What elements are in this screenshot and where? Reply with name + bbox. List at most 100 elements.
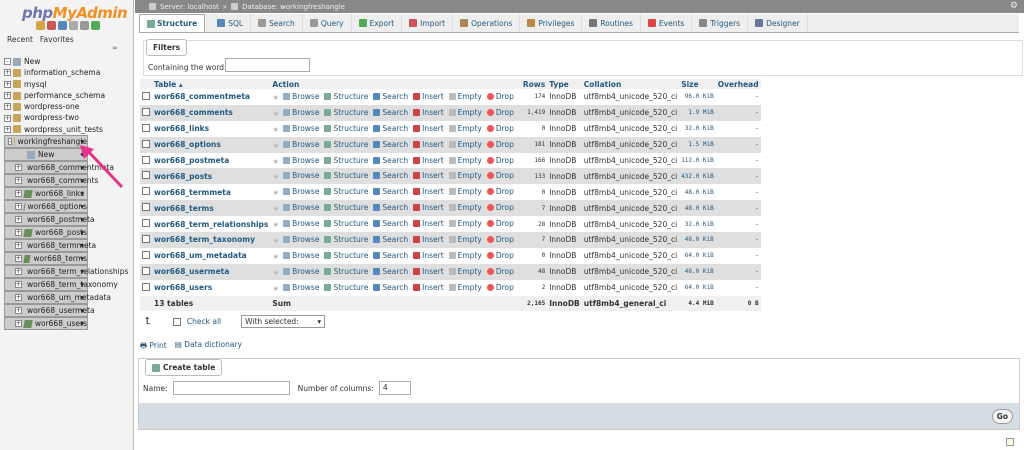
nav-table[interactable]: + wor668_um_metadata (4, 291, 111, 305)
drop-action[interactable]: Drop (486, 124, 514, 133)
insert-action[interactable]: Insert (413, 203, 444, 212)
nav-database[interactable]: + mysql (4, 79, 132, 90)
expand-icon[interactable]: + (4, 80, 11, 88)
search-action[interactable]: Search (373, 235, 408, 244)
row-checkbox[interactable] (142, 282, 150, 291)
row-checkbox[interactable] (142, 171, 150, 180)
tab-triggers[interactable]: Triggers (692, 14, 749, 32)
expand-icon[interactable]: + (15, 268, 22, 276)
header-type[interactable]: Type (547, 79, 582, 89)
search-action[interactable]: Search (373, 251, 408, 260)
insert-action[interactable]: Insert (413, 235, 444, 244)
nav-table[interactable]: + wor668_posts (4, 226, 88, 240)
header-collation[interactable]: Collation (581, 79, 680, 89)
favorite-star-icon[interactable]: ★ (272, 284, 279, 293)
structure-action[interactable]: Structure (324, 203, 368, 212)
favorite-star-icon[interactable]: ★ (272, 204, 279, 213)
table-name-input[interactable] (172, 381, 290, 395)
drop-action[interactable]: Drop (486, 140, 514, 149)
empty-action[interactable]: Empty (448, 92, 482, 101)
nav-database[interactable]: + wordpress-one (4, 101, 132, 112)
empty-action[interactable]: Empty (448, 108, 482, 117)
nav-table[interactable]: + wor668_termmeta (4, 239, 96, 253)
header-overhead[interactable]: Overhead (715, 79, 761, 89)
table-size[interactable]: 32.0 KiB (679, 120, 716, 137)
empty-action[interactable]: Empty (448, 124, 482, 133)
search-action[interactable]: Search (373, 203, 408, 212)
structure-action[interactable]: Structure (324, 267, 368, 276)
structure-action[interactable]: Structure (324, 251, 368, 260)
structure-action[interactable]: Structure (324, 108, 368, 117)
tab-sql[interactable]: SQL (210, 14, 252, 32)
drop-action[interactable]: Drop (486, 92, 514, 101)
browse-action[interactable]: Browse (283, 267, 319, 276)
favorite-star-icon[interactable]: ★ (272, 188, 279, 197)
row-checkbox[interactable] (142, 266, 150, 275)
insert-action[interactable]: Insert (413, 124, 444, 133)
link-icon[interactable]: ∞ (112, 44, 118, 52)
favorites-tab[interactable]: Favorites (40, 35, 74, 44)
tab-structure[interactable]: Structure (139, 14, 206, 32)
drop-action[interactable]: Drop (486, 267, 514, 276)
recent-tab[interactable]: Recent (7, 35, 33, 44)
browse-action[interactable]: Browse (283, 92, 319, 101)
favorite-star-icon[interactable]: ★ (272, 125, 279, 134)
favorite-star-icon[interactable]: ★ (272, 93, 279, 102)
expand-icon[interactable]: + (15, 294, 22, 302)
structure-action[interactable]: Structure (324, 283, 368, 292)
table-size[interactable]: 48.0 KiB (679, 232, 716, 248)
empty-action[interactable]: Empty (448, 251, 482, 260)
table-size[interactable]: 1.5 MiB (679, 136, 716, 153)
browse-action[interactable]: Browse (283, 251, 319, 260)
phpmyadmin-logo[interactable]: phpMyAdmin (22, 4, 128, 22)
docs-icon[interactable] (69, 21, 78, 30)
structure-action[interactable]: Structure (324, 187, 368, 196)
table-name-link[interactable]: wor668_postmeta (152, 152, 271, 169)
favorite-star-icon[interactable]: ★ (272, 141, 279, 150)
nav-table[interactable]: + wor668_term_taxonomy (4, 278, 118, 292)
table-size[interactable]: 64.0 KiB (679, 279, 716, 296)
nav-new[interactable]: - New (4, 56, 132, 67)
nav-table[interactable]: + wor668_usermeta (4, 304, 95, 318)
row-checkbox[interactable] (142, 187, 150, 196)
table-size[interactable]: 96.0 KiB (679, 89, 716, 105)
insert-action[interactable]: Insert (413, 187, 444, 196)
nav-table[interactable]: + wor668_terms (4, 252, 88, 266)
tab-routines[interactable]: Routines (582, 14, 641, 32)
breadcrumb-database[interactable]: Database: workingfreshangle (242, 3, 345, 11)
console-icon[interactable] (1006, 438, 1014, 446)
browse-action[interactable]: Browse (283, 203, 319, 212)
expand-icon[interactable]: + (15, 255, 22, 263)
empty-action[interactable]: Empty (448, 235, 482, 244)
empty-action[interactable]: Empty (448, 267, 482, 276)
insert-action[interactable]: Insert (413, 171, 444, 180)
browse-action[interactable]: Browse (283, 235, 319, 244)
table-size[interactable]: 48.0 KiB (679, 263, 716, 280)
go-button[interactable]: Go (991, 409, 1013, 424)
empty-action[interactable]: Empty (448, 203, 482, 212)
empty-action[interactable]: Empty (448, 171, 482, 180)
expand-icon[interactable]: + (4, 92, 11, 100)
nav-table[interactable]: + wor668_commentmeta (4, 161, 114, 175)
search-action[interactable]: Search (373, 187, 408, 196)
nav-table[interactable]: + wor668_postmeta (4, 213, 95, 227)
reload-icon[interactable] (91, 21, 100, 30)
expand-icon[interactable]: + (15, 320, 22, 328)
expand-icon[interactable]: + (15, 229, 22, 237)
favorite-star-icon[interactable]: ★ (272, 109, 279, 118)
structure-action[interactable]: Structure (324, 124, 368, 133)
tab-events[interactable]: Events (641, 14, 693, 32)
row-checkbox[interactable] (142, 250, 150, 259)
drop-action[interactable]: Drop (486, 156, 514, 165)
drop-action[interactable]: Drop (486, 235, 514, 244)
structure-action[interactable]: Structure (324, 156, 368, 165)
table-size[interactable]: 432.0 KiB (679, 168, 716, 185)
empty-action[interactable]: Empty (448, 156, 482, 165)
favorite-star-icon[interactable]: ★ (272, 172, 279, 181)
insert-action[interactable]: Insert (413, 267, 444, 276)
empty-action[interactable]: Empty (448, 187, 482, 196)
favorite-star-icon[interactable]: ★ (272, 157, 279, 166)
row-checkbox[interactable] (142, 107, 150, 116)
search-action[interactable]: Search (373, 171, 408, 180)
tab-designer[interactable]: Designer (748, 14, 808, 32)
